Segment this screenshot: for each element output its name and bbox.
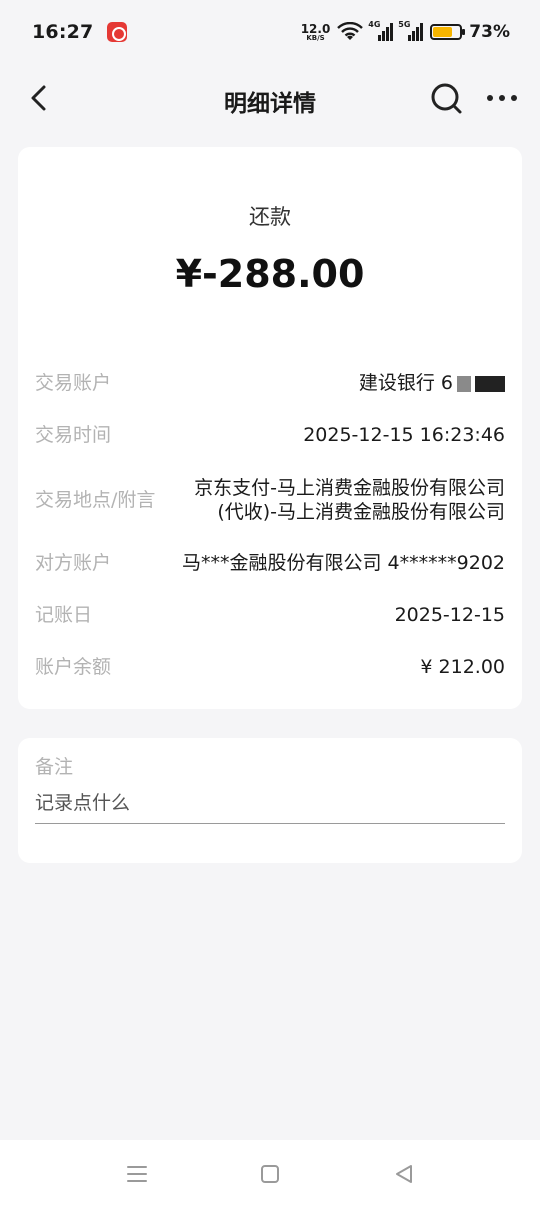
detail-row-account: 交易账户 建设银行 6	[35, 371, 505, 395]
transaction-amount: ¥-288.00	[175, 252, 365, 296]
cell-signal-1-icon: 4G	[368, 20, 394, 41]
cell-signal-2-tag: 5G	[398, 20, 411, 29]
transaction-type: 还款	[249, 205, 291, 229]
battery-fill	[433, 27, 453, 37]
cell-signal-1-tag: 4G	[368, 20, 381, 29]
detail-value: 马***金融股份有限公司 4******9202	[182, 552, 505, 574]
detail-row-balance: 账户余额 ¥ 212.00	[35, 655, 505, 679]
detail-value: ¥ 212.00	[420, 656, 505, 678]
detail-value-line1: 京东支付-马上消费金融股份有限公司	[194, 477, 505, 499]
menu-icon[interactable]	[123, 1160, 151, 1188]
detail-label: 账户余额	[35, 656, 112, 678]
square-home-icon[interactable]	[256, 1160, 284, 1188]
detail-row-posting-date: 记账日 2025-12-15	[35, 603, 505, 627]
detail-row-location: 交易地点/附言 京东支付-马上消费金融股份有限公司 (代收)-马上消费金融股份有…	[35, 476, 505, 524]
detail-label: 交易地点/附言	[35, 489, 156, 511]
detail-value: 建设银行 6	[359, 371, 505, 395]
transaction-card: 还款 ¥-288.00 交易账户 建设银行 6 交易时间 2025-12-15 …	[18, 147, 522, 709]
detail-value: 2025-12-15 16:23:46	[303, 424, 505, 446]
wifi-icon	[337, 22, 364, 40]
status-time: 16:27	[32, 21, 94, 43]
redaction-mask	[457, 375, 471, 392]
detail-label: 交易账户	[35, 372, 112, 394]
note-card: 备注	[18, 738, 522, 863]
detail-label: 交易时间	[35, 424, 112, 446]
detail-label: 对方账户	[35, 552, 112, 574]
battery-icon	[430, 24, 466, 40]
search-icon[interactable]	[428, 80, 464, 116]
detail-value-line2: (代收)-马上消费金融股份有限公司	[217, 501, 505, 523]
account-bank-text: 建设银行 6	[358, 372, 453, 394]
note-input[interactable]	[35, 790, 505, 824]
status-indicators: 12.0 KB/S 4G 5G 73%	[301, 20, 510, 42]
cell-signal-2-icon: 5G	[398, 20, 424, 41]
detail-row-time: 交易时间 2025-12-15 16:23:46	[35, 423, 505, 447]
detail-label: 记账日	[35, 604, 93, 626]
note-label: 备注	[35, 756, 74, 778]
detail-value: 京东支付-马上消费金融股份有限公司 (代收)-马上消费金融股份有限公司	[194, 476, 505, 524]
network-speed-unit: KB/S	[306, 33, 325, 42]
nav-bar: 明细详情	[0, 64, 540, 132]
app-notification-icon	[107, 22, 128, 42]
battery-percent: 73%	[469, 22, 510, 42]
triangle-back-icon[interactable]	[390, 1160, 418, 1188]
network-speed: 12.0 KB/S	[301, 23, 331, 42]
more-horizontal-icon[interactable]	[484, 80, 520, 116]
network-speed-value: 12.0	[300, 21, 331, 36]
detail-value: 2025-12-15	[394, 604, 505, 626]
status-bar: 16:27 12.0 KB/S 4G 5G 73%	[0, 0, 540, 64]
detail-row-counterparty: 对方账户 马***金融股份有限公司 4******9202	[35, 551, 505, 575]
redaction-mask	[475, 375, 505, 392]
system-nav-bar	[0, 1140, 540, 1207]
